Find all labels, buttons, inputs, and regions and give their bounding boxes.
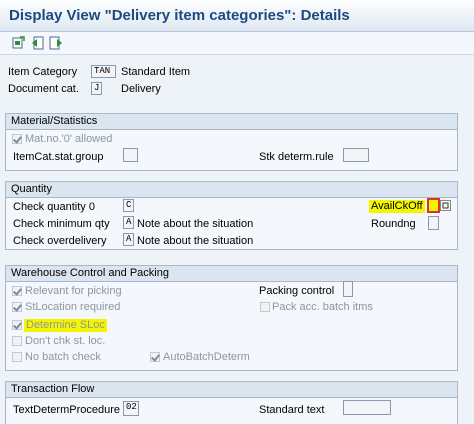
group-title: Quantity (6, 182, 457, 198)
dont-check-storage-location-checkbox[interactable] (12, 336, 22, 346)
itemcat-stat-group-label: ItemCat.stat.group (13, 151, 104, 163)
storage-location-required-label: StLocation required (25, 301, 121, 313)
determine-storage-location-checkbox[interactable] (12, 320, 22, 330)
check-overdelivery-description: Note about the situation (137, 235, 254, 247)
item-category-label: Item Category (8, 66, 78, 78)
auto-batch-determination-checkbox[interactable] (150, 352, 160, 362)
document-category-description: Delivery (121, 83, 161, 95)
rounding-field[interactable] (428, 216, 439, 230)
availability-check-off-label: AvailCkOff (369, 200, 425, 213)
packing-control-label: Packing control (259, 285, 335, 297)
determine-storage-location-label: Determine SLoc (24, 319, 107, 332)
previous-entry-icon[interactable] (31, 36, 45, 50)
itemcat-stat-group-field[interactable] (123, 148, 138, 162)
title-bar: Display View "Delivery item categories":… (0, 0, 474, 32)
check-quantity-field[interactable]: C (123, 199, 134, 212)
auto-batch-determination-label: AutoBatchDeterm (163, 351, 250, 363)
pack-acc-batch-items-label: Pack acc. batch itms (272, 301, 373, 313)
value-help-icon[interactable] (440, 200, 451, 211)
document-category-field[interactable]: J (91, 82, 102, 95)
no-batch-check-label: No batch check (25, 351, 101, 363)
no-batch-check-checkbox[interactable] (12, 352, 22, 362)
relevant-for-picking-checkbox[interactable] (12, 286, 22, 296)
check-overdelivery-label: Check overdelivery (13, 235, 107, 247)
storage-location-required-checkbox[interactable] (12, 302, 22, 312)
other-entry-icon[interactable] (11, 36, 25, 50)
application-toolbar (0, 32, 474, 55)
check-quantity-label: Check quantity 0 (13, 201, 95, 213)
standard-text-label: Standard text (259, 404, 325, 416)
text-determination-procedure-label: TextDetermProcedure (13, 404, 120, 416)
dont-check-storage-location-label: Don't chk st. loc. (25, 335, 106, 347)
pack-acc-batch-items-checkbox[interactable] (260, 302, 270, 312)
item-category-description: Standard Item (121, 66, 191, 78)
text-determination-procedure-field[interactable]: 02 (123, 401, 139, 416)
availability-check-off-field[interactable] (427, 198, 440, 213)
next-entry-icon[interactable] (49, 36, 63, 50)
standard-text-field[interactable] (343, 400, 391, 415)
check-minimum-qty-description: Note about the situation (137, 218, 254, 230)
check-minimum-qty-field[interactable]: A (123, 216, 134, 229)
group-title: Warehouse Control and Packing (6, 266, 457, 282)
stock-determination-rule-field[interactable] (343, 148, 369, 162)
check-overdelivery-field[interactable]: A (123, 233, 134, 246)
group-title: Transaction Flow (6, 382, 457, 398)
document-category-label: Document cat. (8, 83, 79, 95)
stock-determination-rule-label: Stk determ.rule (259, 151, 334, 163)
check-minimum-qty-label: Check minimum qty (13, 218, 110, 230)
mat-no-checkbox[interactable] (12, 134, 22, 144)
rounding-label: Roundng (371, 218, 416, 230)
relevant-for-picking-label: Relevant for picking (25, 285, 122, 297)
group-title: Material/Statistics (6, 114, 457, 130)
packing-control-field[interactable] (343, 281, 353, 297)
page-title: Display View "Delivery item categories":… (9, 7, 350, 24)
item-category-field[interactable]: TAN (91, 65, 116, 78)
mat-no-label: Mat.no.'0' allowed (25, 133, 113, 145)
